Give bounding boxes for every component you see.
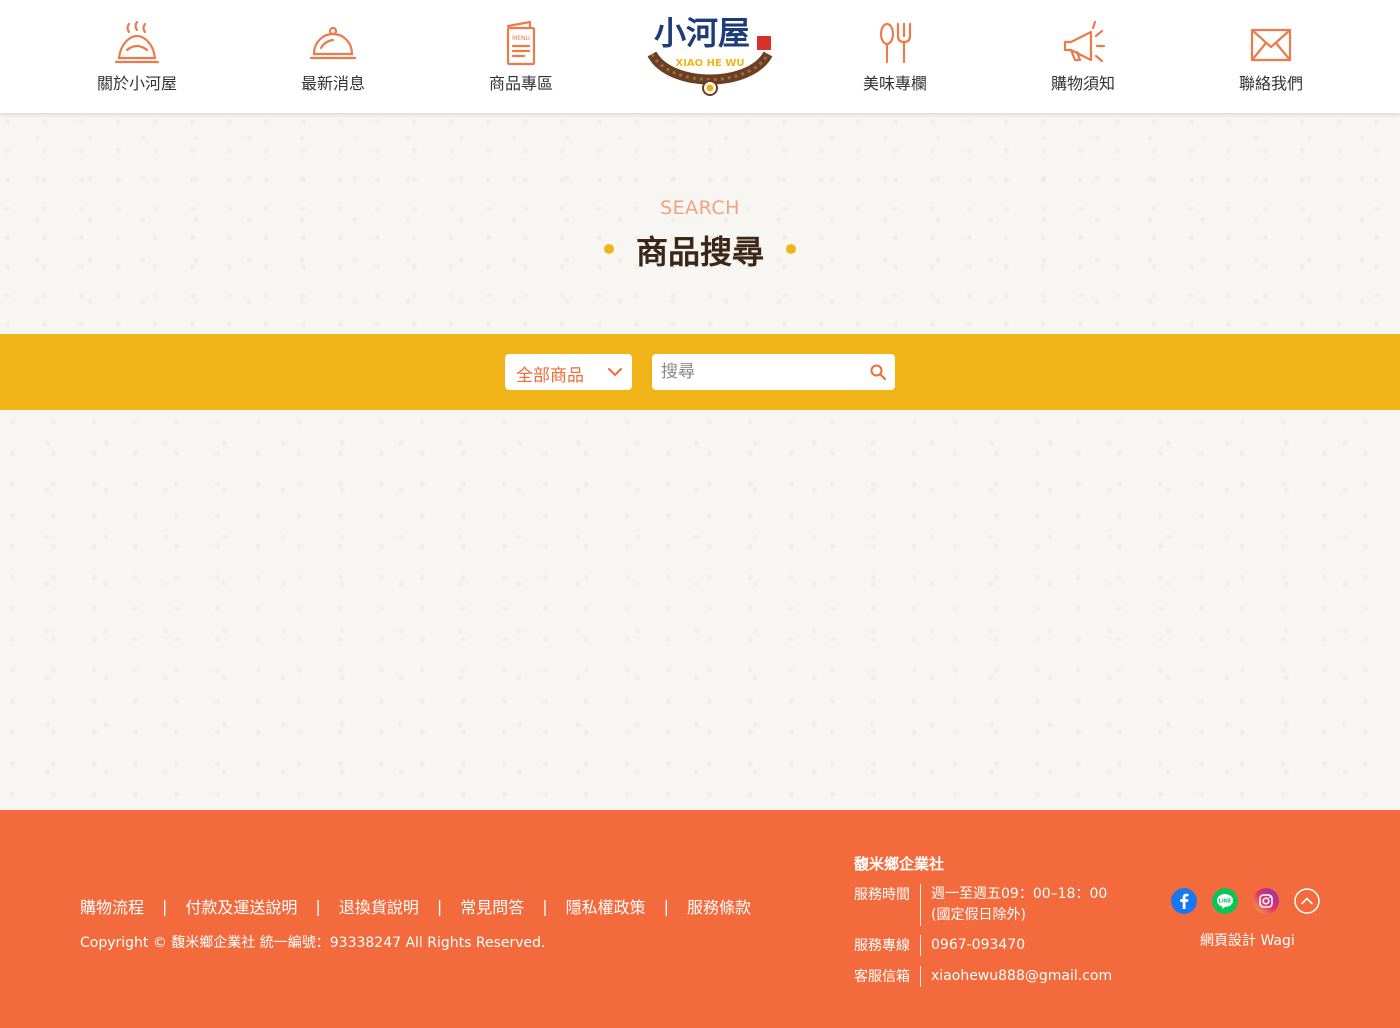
hotline-row: 服務專線 0967-093470 — [854, 935, 1025, 956]
footer-link-separator: | — [315, 896, 321, 916]
category-select-value: 全部商品 — [516, 366, 584, 386]
search-icon[interactable] — [869, 363, 887, 381]
search-bar: 全部商品 — [0, 334, 1400, 410]
nav-shopping-notice[interactable]: 購物須知 — [1013, 20, 1153, 100]
nav-columns[interactable]: 美味專欄 — [825, 20, 965, 100]
search-results-area — [0, 410, 1400, 810]
line-icon[interactable]: LINE — [1212, 888, 1238, 914]
service-hours-line1: 週一至週五09：00–18：00 — [931, 886, 1108, 902]
site-logo[interactable]: 小河屋 XIAO HE WU — [640, 8, 780, 100]
footer-link-shopping-process[interactable]: 購物流程 — [80, 894, 144, 918]
designer-credit[interactable]: 網頁設計 Wagi — [1200, 930, 1295, 950]
instagram-icon[interactable] — [1253, 888, 1279, 914]
footer-link-terms[interactable]: 服務條款 — [687, 894, 751, 918]
email-label: 客服信箱 — [854, 969, 910, 985]
search-input[interactable] — [652, 354, 857, 390]
envelope-icon — [1250, 28, 1292, 62]
megaphone-icon — [1063, 20, 1106, 63]
company-name: 馥米鄉企業社 — [854, 855, 945, 873]
site-header: 關於小河屋 最新消息 MENU 商品專區 小河屋 XIAO HE WU 美味專欄… — [0, 0, 1400, 113]
footer-link-separator: | — [436, 896, 443, 916]
footer-link-faq[interactable]: 常見問答 — [460, 894, 524, 918]
footer-link-separator: | — [162, 896, 168, 916]
footer-link-separator: | — [663, 896, 670, 916]
nav-about-label: 關於小河屋 — [96, 74, 177, 93]
footer-link-separator: | — [542, 896, 548, 916]
nav-products-label: 商品專區 — [488, 74, 553, 93]
nav-about[interactable]: 關於小河屋 — [67, 20, 207, 100]
logo-romanized-text: XIAO HE WU — [676, 58, 745, 69]
nav-columns-label: 美味專欄 — [862, 74, 927, 93]
info-divider — [920, 884, 921, 926]
info-divider — [920, 966, 921, 987]
nav-shopping-notice-label: 購物須知 — [1050, 74, 1115, 93]
nav-contact[interactable]: 聯絡我們 — [1201, 20, 1341, 100]
steaming-dish-icon — [114, 20, 160, 64]
copyright-text: Copyright © 馥米鄉企業社 統一編號：93338247 All Rig… — [80, 935, 546, 951]
hotline-label: 服務專線 — [854, 938, 910, 954]
email-row: 客服信箱 xiaohewu888@gmail.com — [854, 966, 1112, 987]
facebook-icon[interactable] — [1171, 888, 1197, 914]
logo-brand-text: 小河屋 — [654, 14, 750, 52]
back-to-top-icon[interactable] — [1294, 888, 1320, 914]
hotline-value[interactable]: 0967-093470 — [931, 935, 1025, 956]
cloche-icon — [309, 26, 357, 60]
title-dot-right — [786, 244, 796, 254]
svg-text:LINE: LINE — [1219, 899, 1232, 905]
nav-news[interactable]: 最新消息 — [263, 20, 403, 100]
service-hours-row: 服務時間 週一至週五09：00–18：00 (國定假日除外) — [854, 884, 1107, 926]
nav-contact-label: 聯絡我們 — [1238, 74, 1303, 93]
svg-text:MENU: MENU — [512, 35, 530, 42]
search-hero: SEARCH 商品搜尋 — [0, 113, 1400, 334]
info-divider — [920, 935, 921, 956]
hero-subtitle: SEARCH — [660, 197, 740, 219]
nav-news-label: 最新消息 — [300, 74, 365, 93]
site-footer: 購物流程 | 付款及運送說明 | 退換貨說明 | 常見問答 | 隱私權政策 | … — [0, 810, 1400, 1028]
logo-mark: 小河屋 XIAO HE WU — [647, 14, 773, 96]
email-value[interactable]: xiaohewu888@gmail.com — [931, 966, 1112, 987]
page-title: 商品搜尋 — [635, 233, 764, 271]
service-hours-label: 服務時間 — [854, 887, 910, 903]
chevron-down-icon — [608, 368, 622, 377]
menu-book-icon: MENU — [506, 20, 536, 66]
search-field — [652, 354, 895, 390]
category-select[interactable]: 全部商品 — [505, 354, 632, 390]
footer-link-returns[interactable]: 退換貨說明 — [339, 894, 419, 918]
footer-links: 購物流程 | 付款及運送說明 | 退換貨說明 | 常見問答 | 隱私權政策 | … — [80, 894, 751, 918]
spoon-fork-icon — [879, 22, 912, 64]
nav-products[interactable]: MENU 商品專區 — [451, 20, 591, 100]
footer-link-privacy[interactable]: 隱私權政策 — [566, 894, 646, 918]
service-hours-line2: (國定假日除外) — [931, 907, 1026, 923]
footer-link-payment-shipping[interactable]: 付款及運送說明 — [185, 894, 297, 918]
